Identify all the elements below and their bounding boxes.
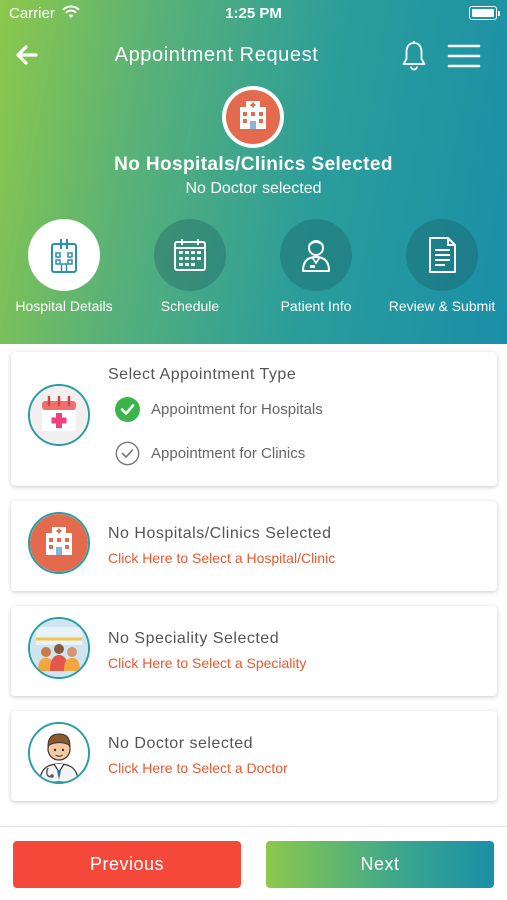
document-icon bbox=[406, 219, 478, 291]
doctor-icon bbox=[28, 722, 90, 784]
option-label: Appointment for Hospitals bbox=[151, 401, 323, 418]
appointment-type-title: Select Appointment Type bbox=[108, 366, 297, 383]
header-banner: Carrier 1:25 PM Appointment Request No H… bbox=[0, 0, 507, 344]
step-hospital-details[interactable]: Hospital Details bbox=[0, 219, 128, 314]
speciality-people-icon bbox=[28, 617, 90, 679]
doctor-select-card[interactable]: No Doctor selected Click Here to Select … bbox=[11, 711, 497, 801]
step-label: Schedule bbox=[160, 298, 220, 314]
select-speciality-link[interactable]: Click Here to Select a Speciality bbox=[108, 655, 306, 671]
step-label: Review & Submit bbox=[388, 298, 496, 314]
selected-hospital-text: No Hospitals/Clinics Selected bbox=[114, 154, 393, 175]
step-review-submit[interactable]: Review & Submit bbox=[378, 219, 506, 314]
speciality-select-card[interactable]: No Speciality Selected Click Here to Sel… bbox=[11, 606, 497, 696]
previous-button[interactable]: Previous bbox=[13, 841, 241, 888]
option-label: Appointment for Clinics bbox=[151, 445, 306, 462]
hospital-building-icon bbox=[28, 219, 100, 291]
hospital-card-title: No Hospitals/Clinics Selected bbox=[108, 525, 332, 542]
speciality-card-title: No Speciality Selected bbox=[108, 630, 280, 647]
check-circle-outline-icon bbox=[115, 441, 140, 466]
doctor-card-title: No Doctor selected bbox=[108, 735, 254, 752]
step-label: Patient Info bbox=[280, 298, 352, 314]
status-time: 1:25 PM bbox=[225, 5, 282, 22]
check-circle-icon bbox=[115, 397, 140, 422]
appointment-calendar-icon bbox=[28, 384, 90, 446]
status-bar: Carrier 1:25 PM bbox=[0, 0, 507, 28]
step-label: Hospital Details bbox=[15, 298, 113, 314]
page-title: Appointment Request bbox=[114, 44, 319, 66]
hamburger-menu-icon[interactable] bbox=[447, 42, 481, 70]
patient-icon bbox=[280, 219, 352, 291]
bell-icon[interactable] bbox=[400, 40, 428, 72]
step-schedule[interactable]: Schedule bbox=[126, 219, 254, 314]
selected-hospital-icon bbox=[222, 86, 284, 148]
step-patient-info[interactable]: Patient Info bbox=[252, 219, 380, 314]
footer-divider bbox=[0, 826, 507, 827]
battery-icon bbox=[469, 6, 500, 20]
selected-doctor-text: No Doctor selected bbox=[185, 180, 322, 197]
hospital-select-card[interactable]: No Hospitals/Clinics Selected Click Here… bbox=[11, 501, 497, 591]
calendar-icon bbox=[154, 219, 226, 291]
select-hospital-link[interactable]: Click Here to Select a Hospital/Clinic bbox=[108, 550, 335, 566]
select-doctor-link[interactable]: Click Here to Select a Doctor bbox=[108, 760, 288, 776]
appointment-type-card: Select Appointment Type Appointment for … bbox=[11, 352, 497, 486]
hospital-icon bbox=[28, 512, 90, 574]
next-button[interactable]: Next bbox=[266, 841, 494, 888]
